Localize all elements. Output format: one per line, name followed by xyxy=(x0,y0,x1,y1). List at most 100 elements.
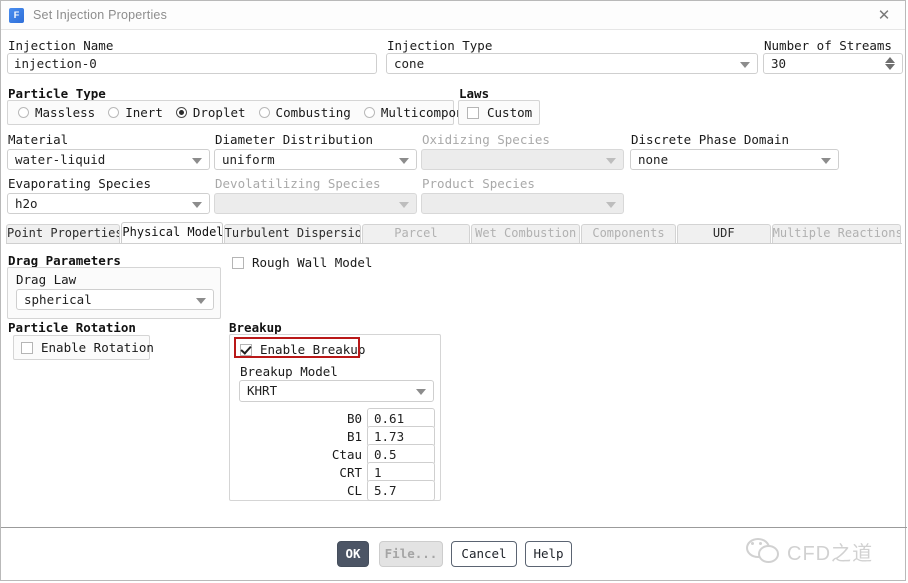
checkbox-icon xyxy=(21,342,33,354)
radio-label: Combusting xyxy=(276,105,351,120)
particle-type-group: Massless Inert Droplet Combusting Multic… xyxy=(7,100,454,125)
breakup-group: Enable Breakup Breakup Model KHRT B0 0.6… xyxy=(229,334,441,501)
tab-components[interactable]: Components xyxy=(581,224,676,243)
chevron-down-icon xyxy=(192,202,202,208)
crt-label: CRT xyxy=(310,465,362,480)
wechat-icon xyxy=(746,536,780,566)
tab-multiple-reactions[interactable]: Multiple Reactions xyxy=(772,224,901,243)
drag-law-value: spherical xyxy=(24,292,92,307)
particle-rotation-header: Particle Rotation xyxy=(8,320,136,335)
titlebar: F Set Injection Properties ✕ xyxy=(1,1,905,30)
b0-label: B0 xyxy=(310,411,362,426)
checkbox-icon xyxy=(467,107,479,119)
watermark-text: CFD之道 xyxy=(787,537,873,566)
oxidizing-species-label: Oxidizing Species xyxy=(422,132,550,147)
chevron-down-icon xyxy=(196,298,206,304)
chevron-down-icon xyxy=(399,158,409,164)
evaporating-species-value: h2o xyxy=(15,196,38,211)
rough-wall-model-checkbox[interactable]: Rough Wall Model xyxy=(232,255,372,270)
material-combo[interactable]: water-liquid xyxy=(7,149,210,170)
oxidizing-species-combo xyxy=(421,149,624,170)
diameter-distribution-combo[interactable]: uniform xyxy=(214,149,417,170)
chevron-down-icon xyxy=(821,158,831,164)
cl-input[interactable]: 5.7 xyxy=(367,480,435,501)
spinner-down-icon[interactable] xyxy=(885,64,895,70)
tab-turbulent-dispersion[interactable]: Turbulent Dispersion xyxy=(224,224,361,243)
tab-point-properties[interactable]: Point Properties xyxy=(6,224,120,243)
ok-button[interactable]: OK xyxy=(337,541,369,567)
chevron-down-icon xyxy=(399,202,409,208)
chevron-down-icon xyxy=(606,158,616,164)
checkbox-icon xyxy=(232,257,244,269)
evaporating-species-combo[interactable]: h2o xyxy=(7,193,210,214)
injection-type-value: cone xyxy=(394,56,424,71)
window-title: Set Injection Properties xyxy=(33,8,167,22)
radio-droplet[interactable]: Droplet xyxy=(176,105,246,120)
radio-inert[interactable]: Inert xyxy=(108,105,163,120)
spinner-up-icon[interactable] xyxy=(885,57,895,63)
discrete-phase-domain-combo[interactable]: none xyxy=(630,149,839,170)
devolatilizing-species-combo xyxy=(214,193,417,214)
help-button[interactable]: Help xyxy=(525,541,572,567)
close-icon[interactable]: ✕ xyxy=(863,1,905,29)
custom-law-checkbox[interactable]: Custom xyxy=(459,101,539,124)
radio-label: Inert xyxy=(125,105,163,120)
injection-type-combo[interactable]: cone xyxy=(386,53,758,74)
number-of-streams-value: 30 xyxy=(771,56,786,71)
particle-type-header: Particle Type xyxy=(8,86,106,101)
breakup-model-value: KHRT xyxy=(247,383,277,398)
breakup-model-combo[interactable]: KHRT xyxy=(239,380,434,402)
cancel-button[interactable]: Cancel xyxy=(451,541,517,567)
discrete-phase-domain-value: none xyxy=(638,152,668,167)
drag-law-label: Drag Law xyxy=(16,272,76,287)
breakup-model-label: Breakup Model xyxy=(240,364,338,379)
set-injection-properties-dialog: F Set Injection Properties ✕ Injection N… xyxy=(0,0,906,581)
laws-header: Laws xyxy=(459,86,489,101)
radio-massless[interactable]: Massless xyxy=(18,105,95,120)
chevron-down-icon xyxy=(740,62,750,68)
diameter-distribution-label: Diameter Distribution xyxy=(215,132,373,147)
b1-label: B1 xyxy=(310,429,362,444)
particle-rotation-group: Enable Rotation xyxy=(13,335,150,360)
chevron-down-icon xyxy=(606,202,616,208)
radio-combusting[interactable]: Combusting xyxy=(259,105,351,120)
breakup-header: Breakup xyxy=(229,320,282,335)
radio-icon xyxy=(108,107,119,118)
tab-separator xyxy=(6,243,902,244)
drag-parameters-group: Drag Law spherical xyxy=(7,267,221,319)
ctau-label: Ctau xyxy=(310,447,362,462)
radio-icon xyxy=(18,107,29,118)
tab-udf[interactable]: UDF xyxy=(677,224,771,243)
devolatilizing-species-label: Devolatilizing Species xyxy=(215,176,381,191)
tab-wet-combustion[interactable]: Wet Combustion xyxy=(471,224,580,243)
enable-rotation-checkbox[interactable]: Enable Rotation xyxy=(14,336,149,359)
tab-strip: Point Properties Physical Models Turbule… xyxy=(6,223,902,243)
discrete-phase-domain-label: Discrete Phase Domain xyxy=(631,132,789,147)
tab-parcel[interactable]: Parcel xyxy=(362,224,471,243)
radio-selected-icon xyxy=(176,107,187,118)
number-of-streams-label: Number of Streams xyxy=(764,38,892,53)
number-of-streams-spinner[interactable]: 30 xyxy=(763,53,903,74)
injection-name-label: Injection Name xyxy=(8,38,113,53)
drag-law-combo[interactable]: spherical xyxy=(16,289,214,310)
injection-name-input[interactable]: injection-0 xyxy=(7,53,377,74)
chevron-down-icon xyxy=(416,389,426,395)
enable-rotation-label: Enable Rotation xyxy=(41,340,154,355)
material-label: Material xyxy=(8,132,68,147)
file-button[interactable]: File... xyxy=(379,541,443,567)
drag-parameters-header: Drag Parameters xyxy=(8,253,121,268)
custom-law-label: Custom xyxy=(487,105,532,120)
tab-physical-models[interactable]: Physical Models xyxy=(121,222,222,243)
evaporating-species-label: Evaporating Species xyxy=(8,176,151,191)
injection-type-label: Injection Type xyxy=(387,38,492,53)
radio-label: Massless xyxy=(35,105,95,120)
chevron-down-icon xyxy=(192,158,202,164)
radio-icon xyxy=(259,107,270,118)
product-species-label: Product Species xyxy=(422,176,535,191)
rough-wall-model-label: Rough Wall Model xyxy=(252,255,372,270)
radio-label: Droplet xyxy=(193,105,246,120)
diameter-distribution-value: uniform xyxy=(222,152,275,167)
product-species-combo xyxy=(421,193,624,214)
cl-label: CL xyxy=(310,483,362,498)
material-value: water-liquid xyxy=(15,152,105,167)
